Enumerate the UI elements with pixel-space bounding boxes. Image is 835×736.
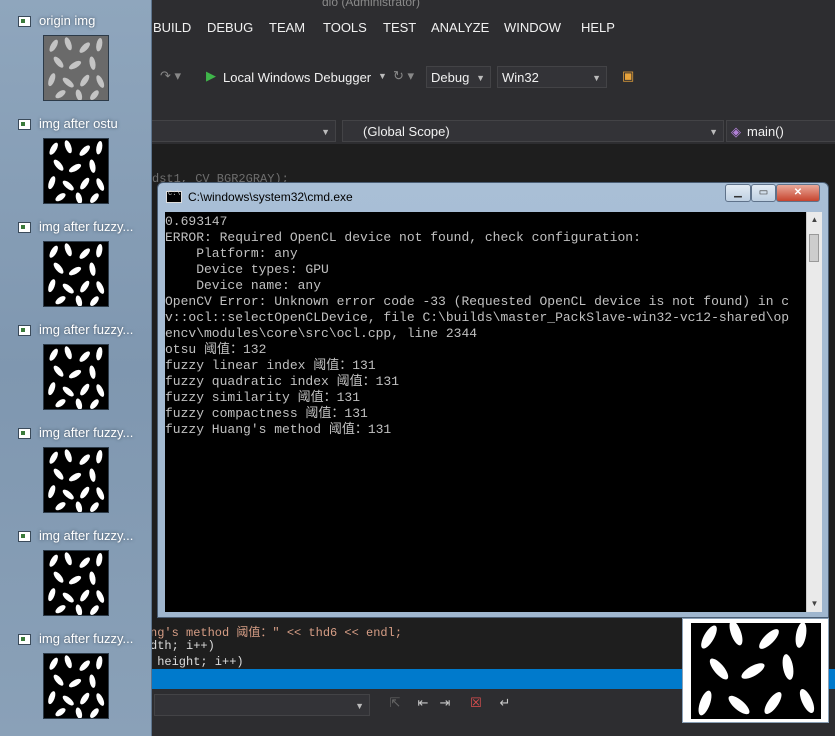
chevron-down-icon: ▼ — [355, 701, 364, 711]
menu-test[interactable]: TEST — [383, 20, 416, 35]
solution-platform-value: Win32 — [502, 70, 539, 85]
code-line: dth; i++) — [150, 639, 215, 653]
taskbar-thumbnail-panel: origin img img after ostu img after fuzz… — [0, 0, 152, 736]
find-next-icon[interactable]: ⇥ — [436, 694, 454, 712]
goto-prev-message-icon[interactable]: ⇱ — [386, 694, 404, 712]
solution-config-value: Debug — [431, 70, 470, 85]
thumbnail-label: img after ostu — [39, 116, 118, 131]
thumbnail-label: img after fuzzy... — [39, 528, 134, 543]
window-icon — [18, 119, 31, 130]
close-button[interactable]: ✕ — [776, 184, 820, 202]
menu-build[interactable]: BUILD — [153, 20, 191, 35]
chevron-down-icon: ▼ — [476, 73, 485, 83]
vs-window-title: dio (Administrator) — [322, 0, 421, 9]
output-source-select[interactable]: ▼ — [154, 694, 370, 716]
console-line: fuzzy linear index 阈值：131 — [165, 358, 376, 373]
thumbnail-origin-img[interactable]: origin img — [14, 12, 144, 108]
rice-binary-image — [43, 447, 109, 513]
cmd-icon — [166, 190, 182, 203]
console-line: otsu 阈值：132 — [165, 342, 267, 357]
rice-binary-image — [43, 653, 109, 719]
thumbnail-img-after-ostu[interactable]: img after ostu — [14, 115, 144, 211]
solution-platform-select[interactable]: Win32 ▼ — [497, 66, 607, 88]
image-window[interactable] — [682, 618, 829, 723]
thumbnail-img-after-fuzzy[interactable]: img after fuzzy... — [14, 527, 144, 623]
console-line: fuzzy compactness 阈值：131 — [165, 406, 368, 421]
rice-grayscale-image — [43, 35, 109, 101]
thumbnail-label: img after fuzzy... — [39, 425, 134, 440]
console-line: fuzzy quadratic index 阈值：131 — [165, 374, 400, 389]
solution-config-select[interactable]: Debug ▼ — [426, 66, 491, 88]
console-line: OpenCV Error: Unknown error code -33 (Re… — [165, 294, 790, 309]
cmd-scrollbar[interactable]: ▲ ▼ — [806, 212, 822, 612]
console-line: encv\modules\core\src\ocl.cpp, line 2344 — [165, 326, 478, 341]
scope-value: (Global Scope) — [363, 124, 450, 139]
thumbnail-img-after-fuzzy[interactable]: img after fuzzy... — [14, 630, 144, 726]
thumbnail-img-after-fuzzy[interactable]: img after fuzzy... — [14, 321, 144, 417]
window-icon — [18, 222, 31, 233]
menu-help[interactable]: HELP — [581, 20, 615, 35]
member-select[interactable]: ◈ main() — [726, 120, 835, 142]
console-line: Platform: any — [165, 246, 298, 261]
rice-binary-image — [43, 550, 109, 616]
code-line: height; i++) — [150, 655, 244, 669]
maximize-button[interactable]: ▭ — [751, 184, 776, 202]
menu-team[interactable]: TEAM — [269, 20, 305, 35]
thumbnail-label: img after fuzzy... — [39, 322, 134, 337]
menu-debug[interactable]: DEBUG — [207, 20, 253, 35]
console-line: ERROR: Required OpenCL device not found,… — [165, 230, 641, 245]
member-value: main() — [747, 124, 784, 139]
find-prev-icon[interactable]: ⇤ — [414, 694, 432, 712]
window-icon — [18, 531, 31, 542]
thumbnail-img-after-fuzzy[interactable]: img after fuzzy... — [14, 218, 144, 314]
chevron-down-icon: ▼ — [709, 127, 718, 137]
thumbnail-label: img after fuzzy... — [39, 631, 134, 646]
thumbnail-label: img after fuzzy... — [39, 219, 134, 234]
word-wrap-icon[interactable]: ↵ — [496, 694, 514, 712]
project-select[interactable]: ▼ — [148, 120, 336, 142]
console-line: fuzzy similarity 阈值：131 — [165, 390, 361, 405]
console-line: v::ocl::selectOpenCLDevice, file C:\buil… — [165, 310, 790, 325]
console-line: Device types: GPU — [165, 262, 329, 277]
chevron-down-icon: ▼ — [321, 127, 330, 137]
vs-toolbar: ↷ ▾ ▶ Local Windows Debugger ▼ ↻ ▾ Debug… — [150, 44, 835, 112]
code-line: ng's method 阈值：" << thd6 << endl; — [150, 626, 403, 640]
rice-binary-image — [43, 241, 109, 307]
menu-window[interactable]: WINDOW — [504, 20, 561, 35]
rice-binary-image-large — [691, 623, 821, 719]
minimize-button[interactable]: ▁ — [725, 184, 751, 202]
scope-select[interactable]: (Global Scope) ▼ — [342, 120, 724, 142]
thumbnail-img-after-fuzzy[interactable]: img after fuzzy... — [14, 424, 144, 520]
scrollbar-thumb[interactable] — [809, 234, 819, 262]
rice-binary-image — [43, 138, 109, 204]
restart-icon[interactable]: ↻ ▾ — [393, 68, 414, 84]
chevron-down-icon: ▼ — [592, 73, 601, 83]
window-icon — [18, 428, 31, 439]
vs-menubar: BUILD DEBUG TEAM TOOLS TEST ANALYZE WIND… — [150, 12, 835, 44]
scroll-up-icon[interactable]: ▲ — [807, 212, 822, 228]
cmd-console-output[interactable]: 0.693147 ERROR: Required OpenCL device n… — [165, 212, 806, 612]
menu-analyze[interactable]: ANALYZE — [431, 20, 489, 35]
console-line: Device name: any — [165, 278, 322, 293]
cmd-window-title: C:\windows\system32\cmd.exe — [188, 190, 353, 204]
console-line: fuzzy Huang's method 阈值：131 — [165, 422, 392, 437]
find-in-files-icon[interactable]: ▣ — [622, 68, 634, 84]
clear-all-icon[interactable]: ☒ — [467, 694, 485, 712]
thumbnail-label: origin img — [39, 13, 96, 28]
rice-binary-image — [43, 344, 109, 410]
window-icon — [18, 325, 31, 336]
menu-tools[interactable]: TOOLS — [323, 20, 367, 35]
vs-titlebar: dio (Administrator) — [150, 0, 835, 12]
console-line: 0.693147 — [165, 214, 228, 229]
window-icon — [18, 16, 31, 27]
redo-icon[interactable]: ↷ ▾ — [160, 68, 181, 84]
start-debugger-button[interactable]: Local Windows Debugger — [223, 70, 371, 85]
scroll-down-icon[interactable]: ▼ — [807, 596, 822, 612]
window-icon — [18, 634, 31, 645]
debugger-dropdown-icon[interactable]: ▼ — [378, 71, 387, 81]
start-debug-icon[interactable]: ▶ — [206, 68, 216, 84]
vs-navigation-bar: ▼ (Global Scope) ▼ ◈ main() — [148, 118, 835, 144]
method-icon: ◈ — [731, 124, 741, 139]
